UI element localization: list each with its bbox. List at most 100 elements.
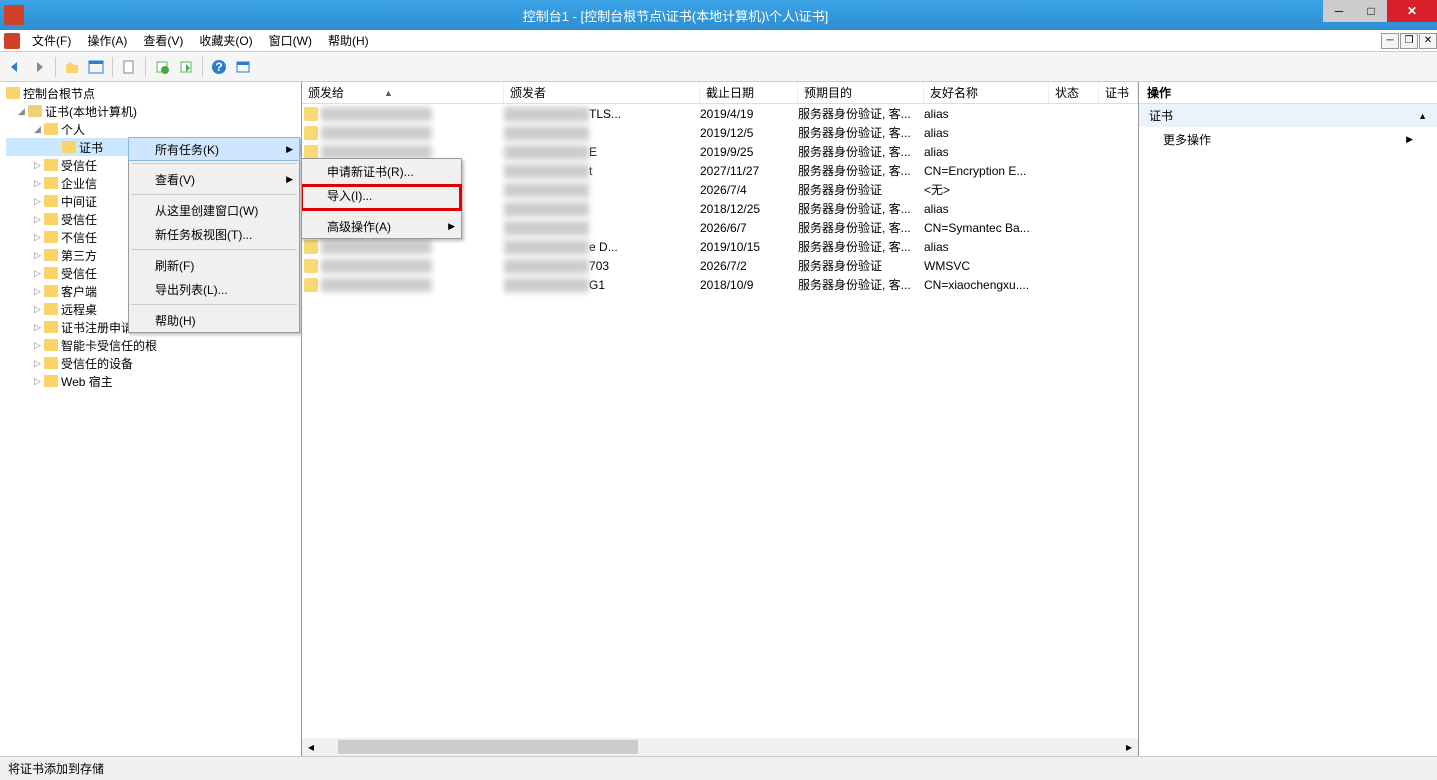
col-friendly[interactable]: 友好名称 xyxy=(924,82,1049,103)
menu-file[interactable]: 文件(F) xyxy=(24,30,79,51)
col-cert[interactable]: 证书 xyxy=(1099,82,1138,103)
menu-advanced[interactable]: 高级操作(A)▶ xyxy=(302,214,461,238)
menu-new-taskpad[interactable]: 新任务板视图(T)... xyxy=(129,222,299,246)
tree-root[interactable]: 控制台根节点 xyxy=(6,84,301,102)
svg-text:?: ? xyxy=(215,60,222,74)
horizontal-scrollbar[interactable]: ◂ ▸ xyxy=(302,738,1138,756)
mdi-restore-button[interactable]: ❐ xyxy=(1400,33,1418,49)
list-item[interactable]: ███████████████████████TLS...2019/4/19服务… xyxy=(302,104,1138,123)
scroll-left-icon[interactable]: ◂ xyxy=(302,738,320,756)
cell-issued-by: ██████████ xyxy=(504,183,589,197)
menu-label: 导出列表(L)... xyxy=(155,281,228,298)
list-item[interactable]: ███████████████████████2019/12/5服务器身份验证,… xyxy=(302,123,1138,142)
actions-section-title[interactable]: 证书 ▲ xyxy=(1139,104,1437,127)
cell-issued-by: ██████████ xyxy=(504,202,589,216)
show-hide-tree-button[interactable] xyxy=(85,56,107,78)
tree-item[interactable]: ▷ 受信任的设备 xyxy=(6,354,301,372)
certificate-icon xyxy=(304,259,318,273)
copy-button[interactable] xyxy=(118,56,140,78)
certificate-icon xyxy=(304,240,318,254)
tree-cert-store[interactable]: ◢证书(本地计算机) xyxy=(6,102,301,120)
folder-icon xyxy=(44,123,58,135)
expand-icon[interactable]: ▷ xyxy=(34,304,44,315)
menu-favorites[interactable]: 收藏夹(O) xyxy=(191,30,260,51)
app-icon xyxy=(4,33,20,49)
list-item[interactable]: ███████████████████████e D...2019/10/15服… xyxy=(302,237,1138,256)
menu-import[interactable]: 导入(I)... xyxy=(302,183,461,207)
col-issued-by[interactable]: 颁发者 xyxy=(504,82,700,103)
expand-icon[interactable]: ▷ xyxy=(34,286,44,297)
expand-icon[interactable]: ▷ xyxy=(34,250,44,261)
cell-purpose: 服务器身份验证, 客... xyxy=(798,240,911,254)
forward-button[interactable] xyxy=(28,56,50,78)
cell-friendly: WMSVC xyxy=(924,259,970,273)
expand-icon[interactable]: ▷ xyxy=(34,322,44,333)
list-panel: 颁发给▲ 颁发者 截止日期 预期目的 友好名称 状态 证书 ██████████… xyxy=(302,82,1139,756)
col-status[interactable]: 状态 xyxy=(1049,82,1099,103)
col-purpose[interactable]: 预期目的 xyxy=(798,82,924,103)
menu-new-window[interactable]: 从这里创建窗口(W) xyxy=(129,198,299,222)
cell-issued-by: ██████████ xyxy=(504,221,589,235)
folder-icon xyxy=(44,159,58,171)
expand-icon[interactable]: ▷ xyxy=(34,358,44,369)
expand-icon[interactable]: ▷ xyxy=(34,340,44,351)
cell-issued-by-suffix: e D... xyxy=(589,240,618,254)
menu-export-list[interactable]: 导出列表(L)... xyxy=(129,277,299,301)
menu-window[interactable]: 窗口(W) xyxy=(261,30,320,51)
list-item[interactable]: ███████████████████████G12018/10/9服务器身份验… xyxy=(302,275,1138,294)
close-button[interactable]: ✕ xyxy=(1387,0,1437,22)
menu-label: 帮助(H) xyxy=(155,312,196,329)
actions-label: 更多操作 xyxy=(1163,131,1211,148)
menu-action[interactable]: 操作(A) xyxy=(79,30,135,51)
list-item[interactable]: ███████████████████████7032026/7/2服务器身份验… xyxy=(302,256,1138,275)
menu-refresh[interactable]: 刷新(F) xyxy=(129,253,299,277)
menu-view[interactable]: 查看(V) xyxy=(135,30,191,51)
mdi-minimize-button[interactable]: ─ xyxy=(1381,33,1399,49)
expand-icon[interactable]: ▷ xyxy=(34,376,44,387)
mdi-close-button[interactable]: ✕ xyxy=(1419,33,1437,49)
certificate-icon xyxy=(304,278,318,292)
cell-friendly: alias xyxy=(924,126,949,140)
collapse-icon[interactable]: ◢ xyxy=(34,124,44,135)
col-issued-to[interactable]: 颁发给▲ xyxy=(302,82,504,103)
maximize-button[interactable]: □ xyxy=(1355,0,1387,22)
up-button[interactable] xyxy=(61,56,83,78)
tree-personal[interactable]: ◢个人 xyxy=(6,120,301,138)
menu-request-new-cert[interactable]: 申请新证书(R)... xyxy=(302,159,461,183)
cell-exp: 2026/7/4 xyxy=(700,183,747,197)
cell-friendly: <无> xyxy=(924,183,950,197)
scroll-thumb[interactable] xyxy=(338,740,638,754)
expand-icon[interactable]: ▷ xyxy=(34,268,44,279)
expand-icon[interactable]: ▷ xyxy=(34,160,44,171)
tree-label: 企业信 xyxy=(61,175,97,192)
col-exp[interactable]: 截止日期 xyxy=(700,82,798,103)
menu-help[interactable]: 帮助(H) xyxy=(129,308,299,332)
refresh-button[interactable] xyxy=(151,56,173,78)
actions-more[interactable]: 更多操作 ▶ xyxy=(1139,127,1437,152)
help-button[interactable]: ? xyxy=(208,56,230,78)
collapse-up-icon[interactable]: ▲ xyxy=(1418,111,1427,121)
certificate-icon xyxy=(304,145,318,159)
back-button[interactable] xyxy=(4,56,26,78)
cell-exp: 2019/9/25 xyxy=(700,145,753,159)
expand-icon[interactable]: ▷ xyxy=(34,178,44,189)
export-button[interactable] xyxy=(175,56,197,78)
minimize-button[interactable]: ─ xyxy=(1323,0,1355,22)
tree-item[interactable]: ▷Web 宿主 xyxy=(6,372,301,390)
view-options-button[interactable] xyxy=(232,56,254,78)
menu-help[interactable]: 帮助(H) xyxy=(320,30,377,51)
menu-label: 新任务板视图(T)... xyxy=(155,226,252,243)
cell-exp: 2019/4/19 xyxy=(700,107,753,121)
tree-item[interactable]: ▷智能卡受信任的根 xyxy=(6,336,301,354)
cell-exp: 2019/12/5 xyxy=(700,126,753,140)
expand-icon[interactable]: ▷ xyxy=(34,232,44,243)
menu-view[interactable]: 查看(V)▶ xyxy=(129,167,299,191)
tree-label: 受信任的设备 xyxy=(61,355,133,372)
expand-icon[interactable]: ▷ xyxy=(34,196,44,207)
expand-icon[interactable]: ▷ xyxy=(34,214,44,225)
scroll-right-icon[interactable]: ▸ xyxy=(1120,738,1138,756)
tree-label: 受信任 xyxy=(61,211,97,228)
menu-label: 导入(I)... xyxy=(327,187,372,204)
menu-all-tasks[interactable]: 所有任务(K)▶ xyxy=(128,137,300,161)
collapse-icon[interactable]: ◢ xyxy=(18,106,28,117)
